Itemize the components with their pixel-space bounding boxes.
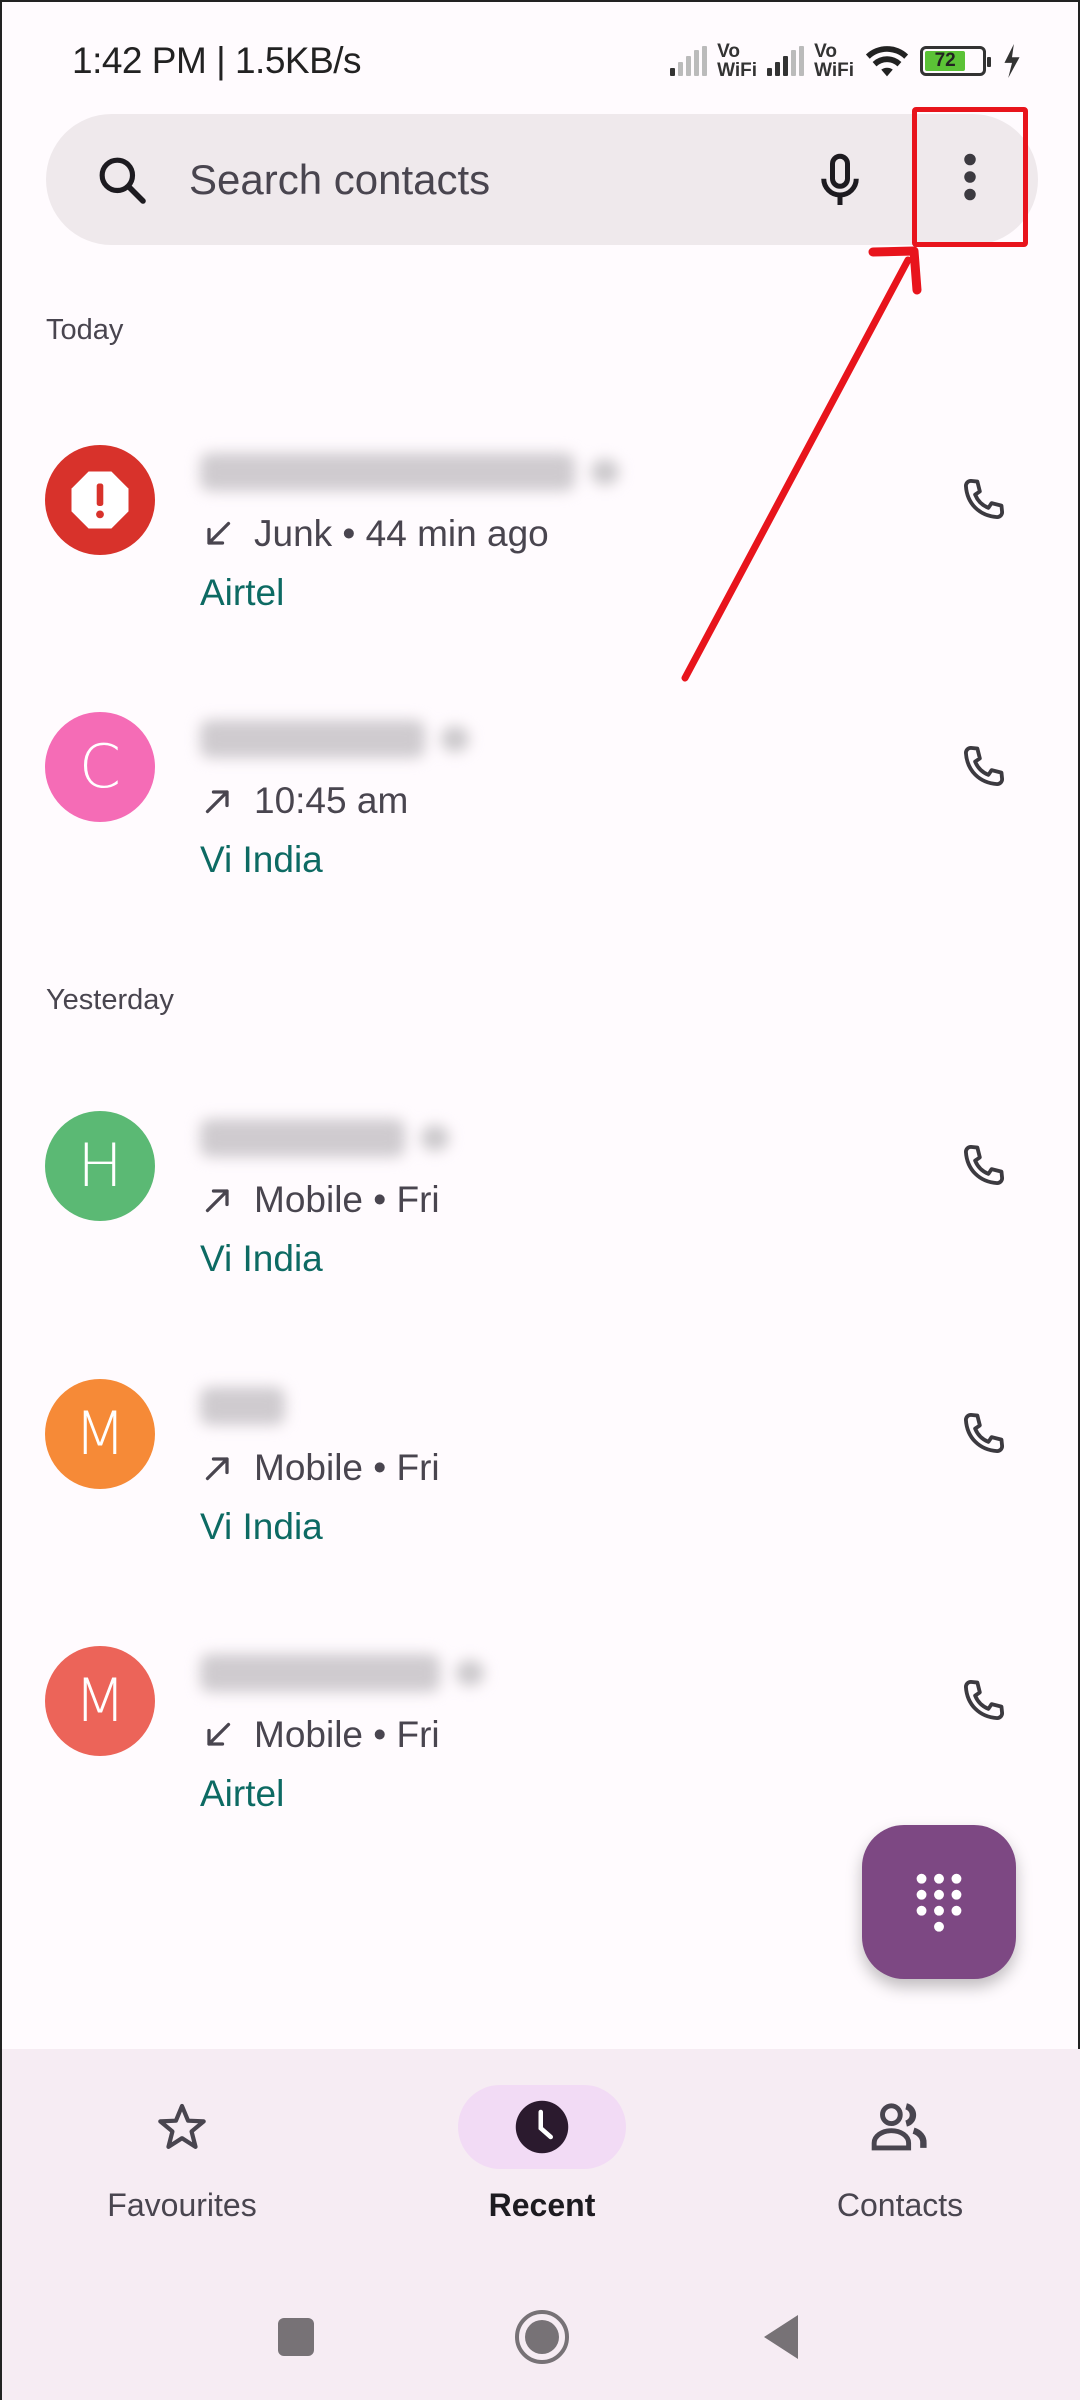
dialpad-button[interactable] [862, 1825, 1016, 1979]
sim-indicator [456, 1660, 484, 1686]
incoming-call-icon [207, 1722, 231, 1746]
wifi-icon [865, 46, 909, 77]
mic-icon[interactable] [810, 150, 870, 210]
call-detail-text: Mobile • Fri [254, 1714, 440, 1755]
call-log-item[interactable]: C 10:45 am Vi India [2, 712, 1080, 942]
phone-icon [963, 1412, 1005, 1454]
call-back-button[interactable] [948, 1666, 1018, 1736]
nav-label-contacts: Contacts [836, 2187, 964, 2223]
nav-favourites-indicator [98, 2085, 266, 2169]
spam-avatar[interactable] [45, 445, 155, 555]
vowifi-sim2-line2: WiFi [814, 60, 854, 81]
battery-fill: 72 [925, 50, 966, 71]
contact-avatar[interactable]: H [45, 1111, 155, 1221]
contact-avatar[interactable]: M [45, 1379, 155, 1489]
outgoing-call-icon [205, 790, 229, 814]
sim-indicator [441, 726, 469, 752]
call-details: Junk • 44 min ago [200, 513, 549, 555]
call-detail-text: Mobile • Fri [254, 1179, 440, 1220]
square-icon [278, 2318, 314, 2356]
carrier-label: Vi India [200, 839, 323, 880]
vowifi-sim1-line1: Vo [717, 41, 740, 62]
sim-indicator [421, 1125, 449, 1151]
clock-icon [515, 2100, 569, 2154]
section-header: Yesterday [46, 984, 174, 1016]
more-options-button[interactable] [914, 110, 1026, 244]
call-back-button[interactable] [948, 465, 1018, 535]
avatar-letter: C [79, 732, 121, 802]
more-vert-icon [964, 153, 976, 201]
call-detail-text: Mobile • Fri [254, 1447, 440, 1488]
carrier-label: Vi India [200, 1506, 323, 1547]
phone-icon [963, 1679, 1005, 1721]
status-icons: Vo WiFi Vo WiFi 72 [670, 34, 1022, 88]
charging-icon [1004, 44, 1020, 78]
contact-name-redacted [200, 1387, 285, 1425]
contact-name-redacted [200, 1654, 484, 1692]
contact-avatar[interactable]: C [45, 712, 155, 822]
vowifi-sim1-line2: WiFi [717, 60, 758, 81]
vowifi-sim2-line1: Vo [814, 41, 837, 62]
status-time: 1:42 PM | 1.5KB/s [72, 40, 362, 81]
phone-icon [963, 1144, 1005, 1186]
nav-tab-favourites[interactable]: Favourites [32, 2080, 332, 2240]
call-detail-text: Junk • 44 min ago [254, 513, 549, 554]
avatar-letter: H [77, 1131, 123, 1201]
call-back-button[interactable] [948, 1399, 1018, 1469]
call-details: 10:45 am [200, 780, 408, 822]
nav-label-recent: Recent [488, 2187, 596, 2223]
call-back-button[interactable] [948, 732, 1018, 802]
dialpad-icon [916, 1873, 962, 1932]
outgoing-call-icon [205, 1189, 229, 1213]
call-details: Mobile • Fri [200, 1179, 440, 1221]
nav-tab-contacts[interactable]: Contacts [750, 2080, 1050, 2240]
nav-recent-indicator [458, 2085, 626, 2169]
call-details: Mobile • Fri [200, 1447, 440, 1489]
call-log-item[interactable]: Junk • 44 min ago Airtel [2, 445, 1080, 675]
nav-contacts-indicator [816, 2085, 984, 2169]
star-icon [158, 2103, 206, 2149]
signal-sim1-icon [670, 46, 708, 76]
search-icon[interactable] [94, 152, 150, 208]
contact-name-redacted [200, 453, 619, 491]
nav-tab-recent[interactable]: Recent [392, 2080, 692, 2240]
carrier-label: Airtel [200, 572, 285, 613]
call-log-item[interactable]: H Mobile • Fri Vi India [2, 1111, 1080, 1341]
signal-sim2-icon [767, 46, 805, 76]
battery-level: 72 [934, 50, 956, 71]
search-input[interactable] [189, 152, 789, 208]
vowifi-sim1-icon: Vo WiFi [717, 42, 757, 80]
people-icon [871, 2103, 927, 2151]
sim-indicator [591, 459, 619, 485]
contact-avatar[interactable]: M [45, 1646, 155, 1756]
avatar-letter: M [74, 1399, 126, 1469]
call-details: Mobile • Fri [200, 1714, 440, 1756]
section-header: Today [46, 314, 124, 346]
phone-icon [963, 478, 1005, 520]
battery-icon: 72 [920, 46, 991, 76]
phone-icon [963, 745, 1005, 787]
call-detail-text: 10:45 am [254, 780, 409, 821]
call-back-button[interactable] [948, 1131, 1018, 1201]
avatar-letter: M [74, 1666, 126, 1736]
outgoing-call-icon [205, 1457, 229, 1481]
home-button[interactable] [507, 2302, 577, 2372]
back-button[interactable] [747, 2302, 817, 2372]
carrier-label: Vi India [200, 1238, 323, 1279]
recents-button[interactable] [261, 2302, 331, 2372]
contact-name-redacted [200, 1119, 449, 1157]
carrier-label: Airtel [200, 1773, 285, 1814]
contact-name-redacted [200, 720, 469, 758]
spam-icon [71, 471, 129, 529]
vowifi-sim2-icon: Vo WiFi [814, 42, 854, 80]
incoming-call-icon [207, 521, 231, 545]
nav-label-favourites: Favourites [107, 2187, 257, 2223]
back-triangle-icon [764, 2315, 798, 2359]
home-circle-icon [515, 2310, 569, 2364]
call-log-item[interactable]: M Mobile • Fri Vi India [2, 1379, 1080, 1609]
